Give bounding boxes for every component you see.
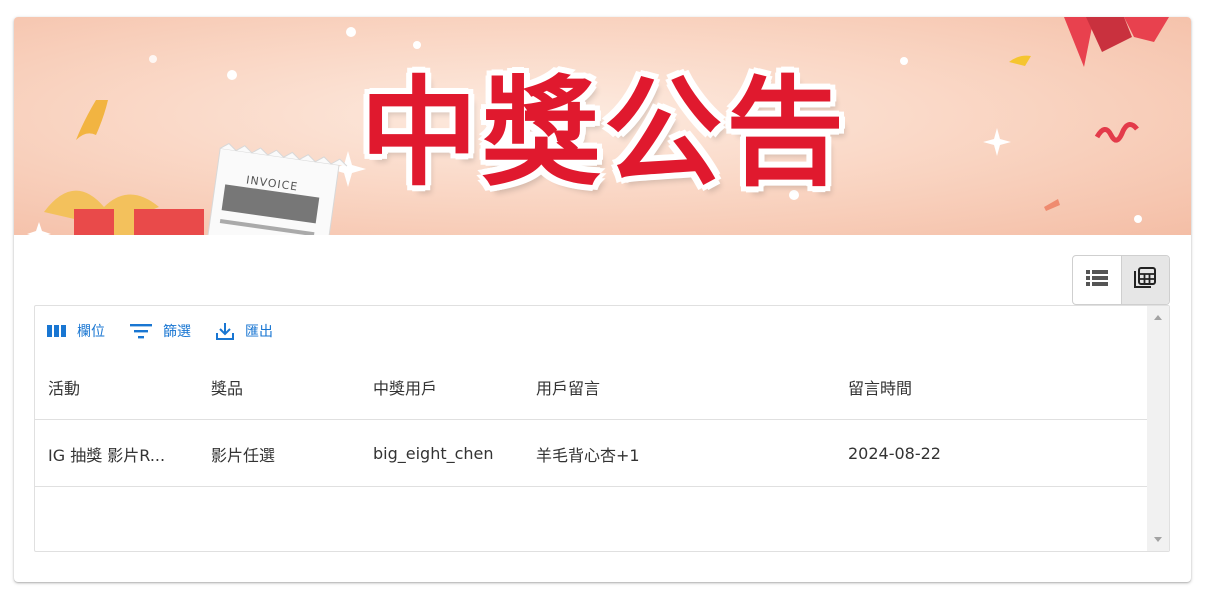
column-header-prize[interactable]: 獎品 — [198, 375, 360, 399]
table-view-button[interactable] — [1120, 256, 1169, 304]
column-header-activity[interactable]: 活動 — [35, 375, 198, 399]
table-row[interactable]: IG 抽獎 影片R... 影片任選 big_eight_chen 羊毛背心杏+1… — [35, 421, 1148, 487]
grid-header-row: 活動 獎品 中獎用戶 用戶留言 留言時間 — [35, 354, 1148, 420]
cell-comment: 羊毛背心杏+1 — [536, 445, 640, 465]
columns-label: 欄位 — [77, 324, 105, 340]
announcement-banner: INVOICE 中獎公告 — [14, 17, 1191, 235]
column-header-time[interactable]: 留言時間 — [835, 375, 1148, 399]
view-toggle-group — [1072, 255, 1170, 305]
scroll-down-icon[interactable] — [1154, 537, 1162, 542]
column-header-winner[interactable]: 中獎用戶 — [360, 375, 523, 399]
export-label: 匯出 — [245, 324, 273, 340]
column-header-comment[interactable]: 用戶留言 — [523, 375, 835, 399]
cell-winner: big_eight_chen — [373, 444, 494, 463]
banner-title: 中獎公告 — [359, 63, 848, 202]
filter-button[interactable]: 篩選 — [129, 321, 191, 341]
export-button[interactable]: 匯出 — [215, 321, 273, 341]
columns-icon — [47, 324, 67, 338]
filter-label: 篩選 — [163, 324, 191, 340]
list-view-icon — [1085, 269, 1108, 291]
cell-activity: IG 抽獎 影片R... — [48, 445, 166, 465]
columns-button[interactable]: 欄位 — [47, 321, 105, 341]
winner-announcement-card: INVOICE 中獎公告 欄位 篩選 匯出 活動 獎品 中獎用戶 用戶留言 留言… — [14, 17, 1191, 582]
cell-time: 2024-08-22 — [848, 444, 941, 463]
download-icon — [215, 321, 235, 341]
vertical-scrollbar[interactable] — [1147, 306, 1169, 551]
grid-toolbar: 欄位 篩選 匯出 — [47, 320, 297, 342]
list-view-button[interactable] — [1073, 256, 1121, 304]
filter-icon — [129, 322, 153, 340]
winners-data-grid: 欄位 篩選 匯出 活動 獎品 中獎用戶 用戶留言 留言時間 IG 抽獎 影片R.… — [34, 305, 1170, 552]
scroll-up-icon[interactable] — [1154, 315, 1162, 320]
table-view-icon — [1134, 267, 1157, 293]
cell-prize: 影片任選 — [211, 445, 276, 465]
